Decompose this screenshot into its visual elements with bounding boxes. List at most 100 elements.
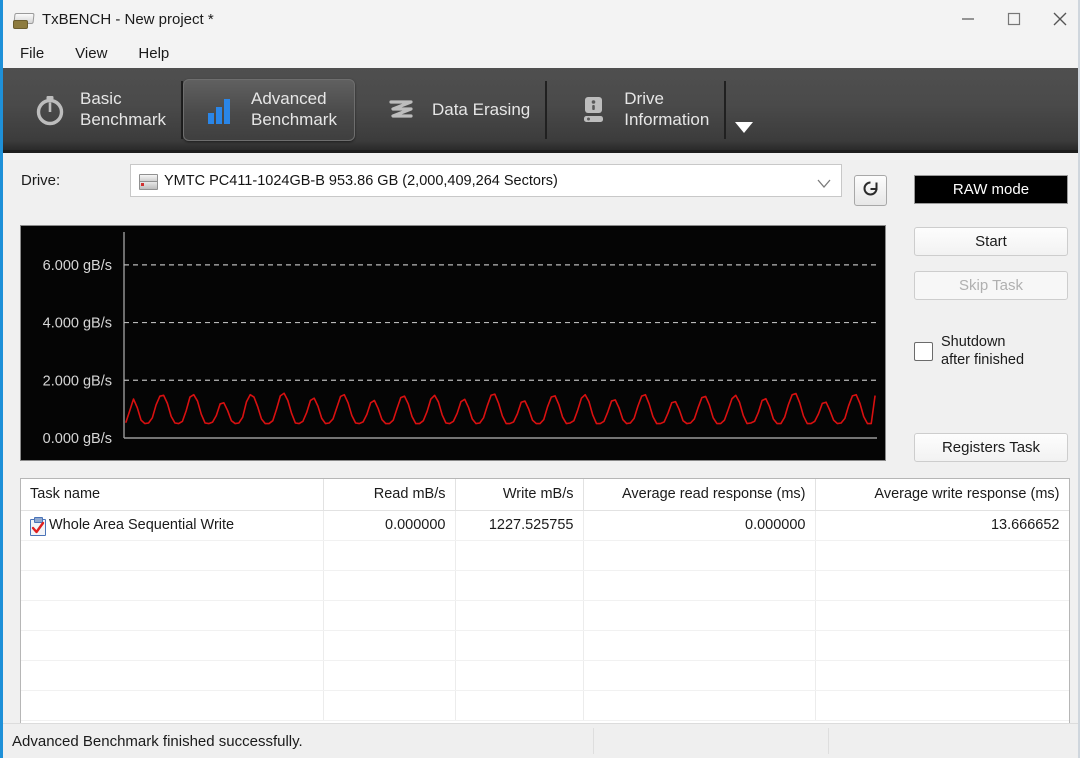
cell-empty: [323, 660, 456, 691]
menu-item-file[interactable]: File: [17, 43, 47, 64]
shutdown-after-finished-row[interactable]: Shutdown after finished: [914, 333, 1074, 369]
task-checked-icon: [30, 516, 46, 536]
cell-empty: [323, 570, 456, 601]
cell-empty: [583, 660, 816, 691]
tab-basic-benchmark[interactable]: Basic Benchmark: [13, 79, 183, 141]
tab-drive-information[interactable]: Drive Information: [557, 79, 727, 141]
status-divider: [828, 728, 829, 754]
throughput-chart: 0.000 gB/s 2.000 gB/s 4.000 gB/s 6.000 gB/s: [20, 225, 886, 461]
cell-avg_read: 0.000000: [583, 510, 816, 541]
bar-chart-icon: [201, 90, 241, 130]
cell-empty: [323, 630, 456, 661]
tab-drive-information-label: Drive Information: [624, 89, 710, 129]
table-body: Whole Area Sequential Write 0.000000 1227.…: [21, 510, 1069, 721]
shutdown-after-finished-checkbox[interactable]: [914, 341, 933, 361]
start-button[interactable]: Start: [914, 227, 1068, 256]
cell-empty: [455, 570, 584, 601]
table-row-empty[interactable]: [21, 630, 1069, 661]
title-bar: TxBENCH - New project *: [3, 0, 1078, 38]
status-divider: [593, 728, 594, 754]
table-row-empty[interactable]: [21, 660, 1069, 691]
table-row-empty[interactable]: [21, 540, 1069, 571]
chevron-down-icon: [817, 176, 831, 194]
drive-select-value: YMTC PC411-1024GB-B 953.86 GB (2,000,409…: [164, 172, 558, 189]
maximize-button[interactable]: [991, 0, 1037, 38]
cell-empty: [21, 540, 324, 571]
table-row-empty[interactable]: [21, 690, 1069, 721]
status-message: Advanced Benchmark finished successfully…: [12, 733, 303, 750]
cell-empty: [815, 570, 1069, 601]
task-results-table: Task name Read mB/s Write mB/s Average r…: [20, 478, 1070, 724]
task-name-cell: Whole Area Sequential Write: [30, 516, 314, 536]
cell-empty: [815, 660, 1069, 691]
chart-y-tick-label: 6.000 gB/s: [43, 258, 112, 274]
cell-empty: [21, 630, 324, 661]
cell-empty: [21, 570, 324, 601]
chart-y-tick-label: 4.000 gB/s: [43, 316, 112, 332]
close-button[interactable]: [1037, 0, 1078, 38]
registers-task-button[interactable]: Registers Task: [914, 433, 1068, 462]
task-name-text: Whole Area Sequential Write: [49, 517, 235, 533]
chevron-down-icon: [735, 122, 754, 133]
cell-empty: [455, 690, 584, 721]
cell-empty: [583, 600, 816, 631]
status-bar: Advanced Benchmark finished successfully…: [3, 723, 1078, 758]
chart-series-line: [125, 392, 876, 425]
column-header-write[interactable]: Write mB/s: [455, 479, 584, 511]
cell-empty: [455, 540, 584, 571]
window-controls: [945, 0, 1078, 38]
eraser-zigzag-icon: [382, 90, 422, 130]
drive-label: Drive:: [21, 172, 61, 189]
menu-bar: File View Help: [3, 38, 1078, 68]
raw-mode-button[interactable]: RAW mode: [914, 175, 1068, 204]
minimize-button[interactable]: [945, 0, 991, 38]
cell-empty: [583, 690, 816, 721]
table-header-row: Task name Read mB/s Write mB/s Average r…: [21, 479, 1069, 511]
cell-write: 1227.525755: [455, 510, 584, 541]
table-row-empty[interactable]: [21, 600, 1069, 631]
chart-y-tick-label: 2.000 gB/s: [43, 373, 112, 389]
tab-separator: [724, 81, 727, 139]
menu-item-help[interactable]: Help: [135, 43, 172, 64]
menu-item-view[interactable]: View: [72, 43, 110, 64]
window-title: TxBENCH - New project *: [42, 10, 214, 28]
cell-empty: [323, 540, 456, 571]
drive-info-icon: [574, 90, 614, 130]
cell-empty: [323, 600, 456, 631]
chart-y-tick-label: 0.000 gB/s: [43, 431, 112, 447]
cell-empty: [815, 540, 1069, 571]
cell-empty: [21, 660, 324, 691]
cell-empty: [583, 540, 816, 571]
tab-overflow-button[interactable]: [726, 79, 762, 141]
column-header-task-name[interactable]: Task name: [21, 479, 324, 511]
table-row-empty[interactable]: [21, 570, 1069, 601]
stopwatch-icon: [30, 90, 70, 130]
tab-separator: [545, 81, 548, 139]
cell-empty: [815, 630, 1069, 661]
column-header-read[interactable]: Read mB/s: [323, 479, 456, 511]
cell-empty: [455, 660, 584, 691]
drive-icon: [139, 173, 158, 190]
cell-read: 0.000000: [323, 510, 456, 541]
refresh-drives-button[interactable]: [854, 175, 887, 206]
tab-strip: Basic Benchmark Advanced Benchmark Data …: [3, 68, 1078, 153]
table-row[interactable]: Whole Area Sequential Write 0.000000 1227.…: [21, 510, 1069, 541]
column-header-avg-write[interactable]: Average write response (ms): [815, 479, 1069, 511]
drive-select[interactable]: YMTC PC411-1024GB-B 953.86 GB (2,000,409…: [130, 164, 842, 197]
cell-empty: [583, 630, 816, 661]
chart-canvas: 0.000 gB/s 2.000 gB/s 4.000 gB/s 6.000 gB/s: [43, 232, 877, 447]
cell-avg_write: 13.666652: [815, 510, 1069, 541]
tab-data-erasing[interactable]: Data Erasing: [365, 79, 548, 141]
cell-task_name: Whole Area Sequential Write: [21, 510, 324, 541]
txbench-window: TxBENCH - New project * File View Help B…: [0, 0, 1080, 758]
cell-empty: [323, 690, 456, 721]
column-header-avg-read[interactable]: Average read response (ms): [583, 479, 816, 511]
tab-advanced-benchmark-label: Advanced Benchmark: [250, 89, 337, 129]
skip-task-button[interactable]: Skip Task: [914, 271, 1068, 300]
cell-empty: [815, 690, 1069, 721]
tab-advanced-benchmark[interactable]: Advanced Benchmark: [182, 79, 355, 141]
cell-empty: [455, 600, 584, 631]
shutdown-after-finished-label: Shutdown after finished: [941, 334, 1025, 369]
cell-empty: [455, 630, 584, 661]
cell-empty: [21, 600, 324, 631]
